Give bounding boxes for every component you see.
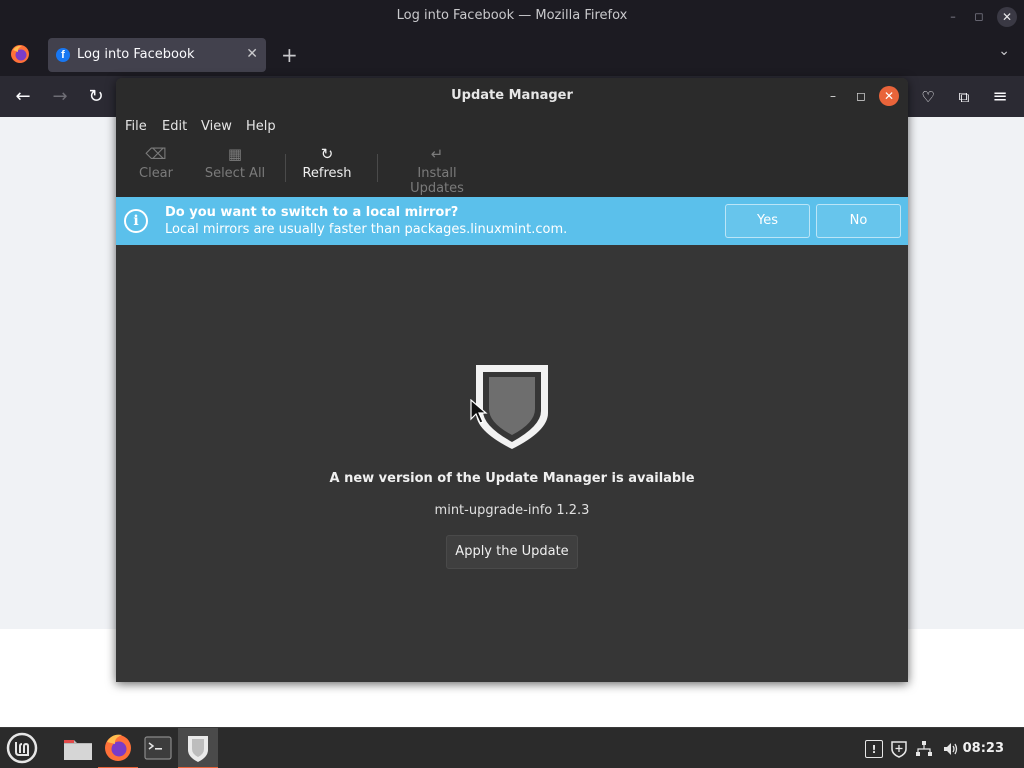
- info-icon: i: [124, 209, 148, 233]
- files-icon[interactable]: [58, 728, 98, 768]
- pocket-icon[interactable]: ♡: [915, 84, 941, 110]
- hamburger-menu-icon[interactable]: ≡: [987, 84, 1013, 110]
- firefox-titlebar: Log into Facebook — Mozilla Firefox – ◻ …: [0, 0, 1024, 34]
- refresh-button[interactable]: ↻ Refresh: [302, 144, 352, 181]
- taskbar: ! 08:23: [0, 727, 1024, 768]
- firefox-icon[interactable]: [98, 728, 138, 768]
- volume-icon[interactable]: [942, 740, 960, 758]
- infobar-subtitle: Local mirrors are usually faster than pa…: [165, 222, 568, 237]
- menu-help[interactable]: Help: [246, 119, 276, 134]
- select-all-button[interactable]: ▦ Select All: [204, 144, 266, 181]
- new-tab-button[interactable]: +: [281, 43, 298, 67]
- new-version-message: A new version of the Update Manager is a…: [329, 471, 695, 486]
- notes-icon[interactable]: !: [865, 740, 883, 758]
- tab-title: Log into Facebook: [77, 47, 195, 62]
- menu-view[interactable]: View: [201, 119, 232, 134]
- refresh-icon: ↻: [320, 145, 334, 163]
- clear-label: Clear: [139, 166, 173, 181]
- menu-edit[interactable]: Edit: [162, 119, 187, 134]
- shield-tray-icon[interactable]: [890, 740, 908, 758]
- install-updates-label: Install Updates: [410, 166, 464, 196]
- um-maximize-button[interactable]: ◻: [851, 86, 871, 106]
- forward-arrow-icon[interactable]: →: [47, 84, 73, 110]
- mirror-no-button[interactable]: No: [816, 204, 901, 238]
- update-manager-body: A new version of the Update Manager is a…: [116, 245, 908, 682]
- clear-button[interactable]: ⌫ Clear: [136, 144, 176, 181]
- install-return-icon: ↵: [430, 145, 444, 163]
- um-close-button[interactable]: ✕: [879, 86, 899, 106]
- local-mirror-infobar: i Do you want to switch to a local mirro…: [116, 197, 908, 245]
- firefox-close-button[interactable]: ✕: [997, 7, 1017, 27]
- facebook-favicon-icon: f: [56, 48, 70, 62]
- clear-icon: ⌫: [145, 145, 167, 163]
- reload-icon[interactable]: ↻: [83, 84, 109, 110]
- toolbar-separator: [377, 154, 378, 182]
- tab-facebook[interactable]: f Log into Facebook ✕: [48, 38, 266, 72]
- update-manager-title: Update Manager: [451, 88, 573, 103]
- select-all-icon: ▦: [227, 145, 243, 163]
- toolbar-separator: [285, 154, 286, 182]
- list-all-tabs-chevron-icon[interactable]: ⌄: [998, 43, 1010, 59]
- firefox-window-title: Log into Facebook — Mozilla Firefox: [396, 8, 628, 23]
- menu-icon[interactable]: [2, 728, 42, 768]
- install-updates-button[interactable]: ↵ Install Updates: [390, 144, 484, 196]
- mirror-yes-button[interactable]: Yes: [725, 204, 810, 238]
- firefox-logo-icon[interactable]: [10, 44, 30, 64]
- menu-file[interactable]: File: [125, 119, 147, 134]
- terminal-icon[interactable]: [138, 728, 178, 768]
- network-icon[interactable]: [915, 740, 933, 758]
- firefox-tabbar: f Log into Facebook ✕ + ⌄: [0, 34, 1024, 76]
- select-all-label: Select All: [204, 166, 266, 181]
- apply-update-button[interactable]: Apply the Update: [446, 535, 578, 569]
- clock[interactable]: 08:23: [963, 741, 1004, 756]
- menubar: File Edit View Help: [116, 114, 908, 140]
- um-minimize-button[interactable]: –: [823, 86, 843, 106]
- back-arrow-icon[interactable]: ←: [10, 84, 36, 110]
- infobar-title: Do you want to switch to a local mirror?: [165, 205, 459, 220]
- refresh-label: Refresh: [302, 166, 352, 181]
- firefox-maximize-button[interactable]: ◻: [969, 7, 989, 27]
- mouse-cursor-icon: [470, 399, 488, 424]
- extensions-icon[interactable]: ⧉: [951, 84, 977, 110]
- tab-close-icon[interactable]: ✕: [246, 46, 258, 62]
- update-manager-window: Update Manager – ◻ ✕ File Edit View Help…: [116, 78, 908, 682]
- update-manager-titlebar: Update Manager – ◻ ✕: [116, 78, 908, 114]
- firefox-minimize-button[interactable]: –: [943, 7, 963, 27]
- package-version: mint-upgrade-info 1.2.3: [434, 503, 590, 518]
- update-manager-icon[interactable]: [178, 728, 218, 768]
- toolbar: ⌫ Clear ▦ Select All ↻ Refresh ↵ Install…: [116, 140, 908, 197]
